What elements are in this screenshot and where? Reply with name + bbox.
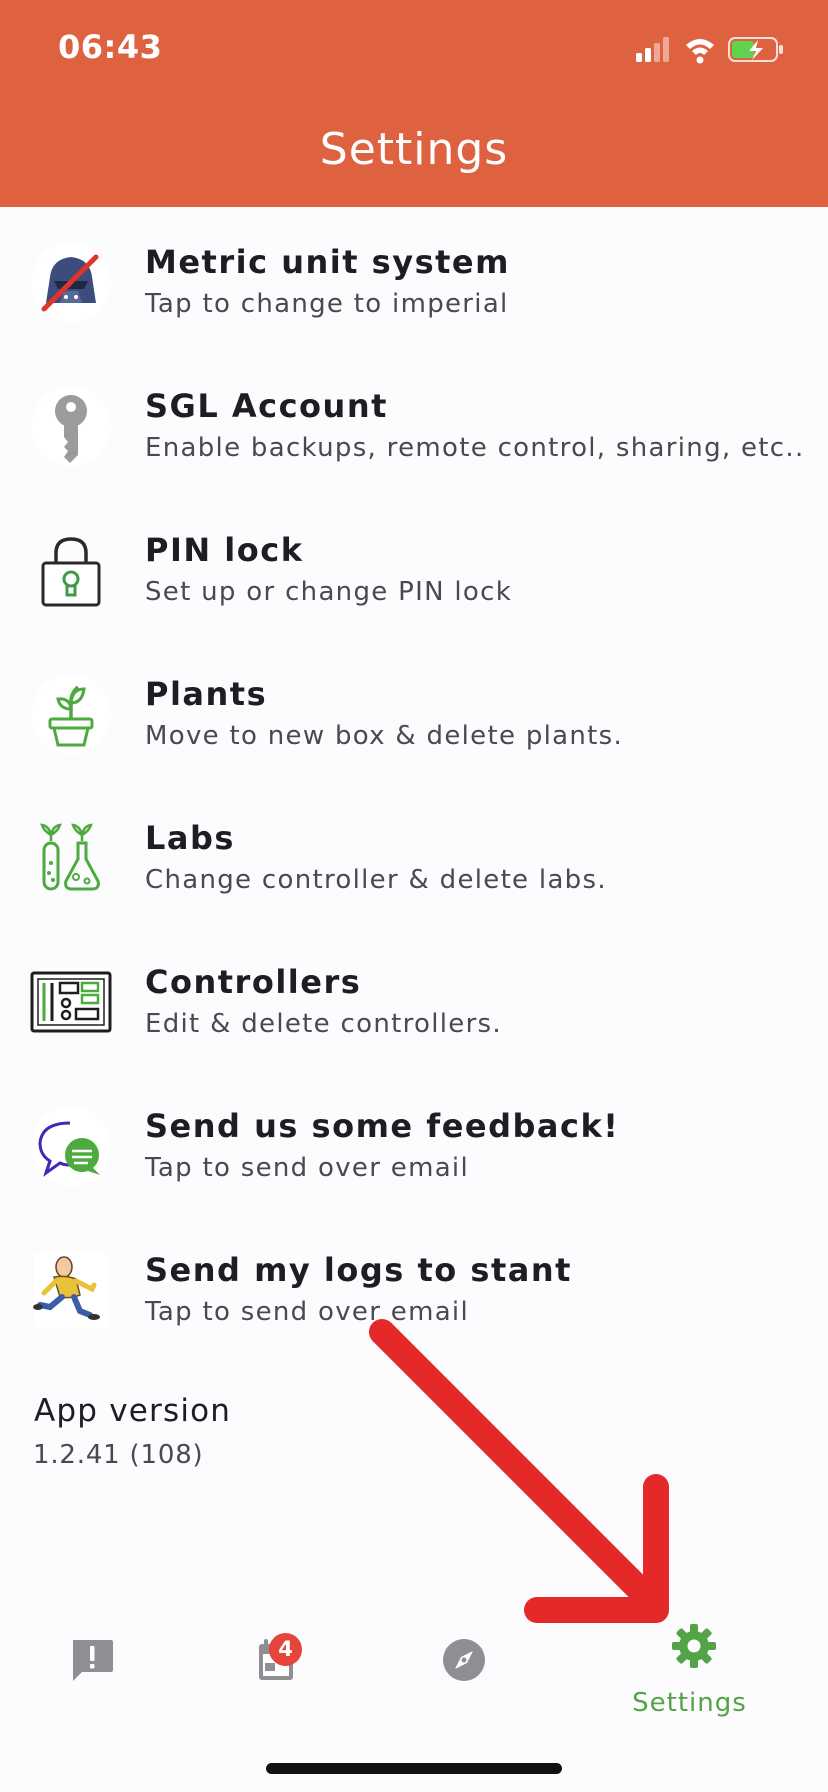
setting-labs[interactable]: Labs Change controller & delete labs. xyxy=(0,783,828,927)
setting-sgl-account[interactable]: SGL Account Enable backups, remote contr… xyxy=(0,351,828,495)
setting-subtitle: Set up or change PIN lock xyxy=(145,577,513,607)
compass-icon xyxy=(443,1639,485,1681)
tab-alerts[interactable] xyxy=(0,1600,207,1720)
setting-title: Plants xyxy=(145,675,268,713)
setting-subtitle: Tap to change to imperial xyxy=(145,289,509,319)
settings-list: Metric unit system Tap to change to impe… xyxy=(0,207,828,1359)
app-version-value: 1.2.41 (108) xyxy=(33,1440,204,1470)
calendar-badge: 4 xyxy=(269,1633,302,1666)
home-indicator xyxy=(266,1763,562,1774)
circuit-board-icon xyxy=(30,961,112,1043)
header: 06:43 Settings xyxy=(0,0,828,207)
tab-calendar[interactable]: 4 xyxy=(207,1600,414,1720)
setting-title: Send my logs to stant xyxy=(145,1251,572,1289)
setting-title: Send us some feedback! xyxy=(145,1107,620,1145)
setting-subtitle: Enable backups, remote control, sharing,… xyxy=(145,433,805,463)
setting-title: SGL Account xyxy=(145,387,388,425)
gear-icon xyxy=(672,1624,716,1668)
setting-subtitle: Change controller & delete labs. xyxy=(145,865,607,895)
tab-settings-label: Settings xyxy=(632,1688,747,1718)
setting-title: PIN lock xyxy=(145,531,304,569)
setting-title: Controllers xyxy=(145,963,362,1001)
setting-plants[interactable]: Plants Move to new box & delete plants. xyxy=(0,639,828,783)
running-man-icon xyxy=(30,1249,112,1331)
padlock-icon xyxy=(30,529,112,611)
setting-title: Metric unit system xyxy=(145,243,510,281)
alert-message-icon xyxy=(73,1640,113,1681)
setting-title: Labs xyxy=(145,819,235,857)
setting-metric-unit-system[interactable]: Metric unit system Tap to change to impe… xyxy=(0,207,828,351)
status-time: 06:43 xyxy=(58,28,163,66)
potted-plant-icon xyxy=(30,673,112,755)
status-icons xyxy=(636,37,783,64)
wifi-icon xyxy=(686,39,714,64)
chat-bubbles-icon xyxy=(30,1105,112,1187)
setting-subtitle: Edit & delete controllers. xyxy=(145,1009,502,1039)
setting-controllers[interactable]: Controllers Edit & delete controllers. xyxy=(0,927,828,1071)
annotation-arrow xyxy=(369,1319,669,1623)
darth-vader-helmet-crossed-icon xyxy=(30,241,112,323)
tab-settings[interactable]: Settings xyxy=(586,1600,793,1720)
setting-pin-lock[interactable]: PIN lock Set up or change PIN lock xyxy=(0,495,828,639)
page-title: Settings xyxy=(319,124,509,175)
test-tube-flask-icon xyxy=(30,817,112,899)
cellular-signal-icon xyxy=(636,37,669,62)
setting-send-feedback[interactable]: Send us some feedback! Tap to send over … xyxy=(0,1071,828,1215)
setting-subtitle: Move to new box & delete plants. xyxy=(145,721,624,751)
setting-subtitle: Tap to send over email xyxy=(145,1153,469,1183)
app-version-label: App version xyxy=(34,1393,232,1429)
battery-charging-icon xyxy=(728,37,783,62)
key-icon xyxy=(30,385,112,467)
